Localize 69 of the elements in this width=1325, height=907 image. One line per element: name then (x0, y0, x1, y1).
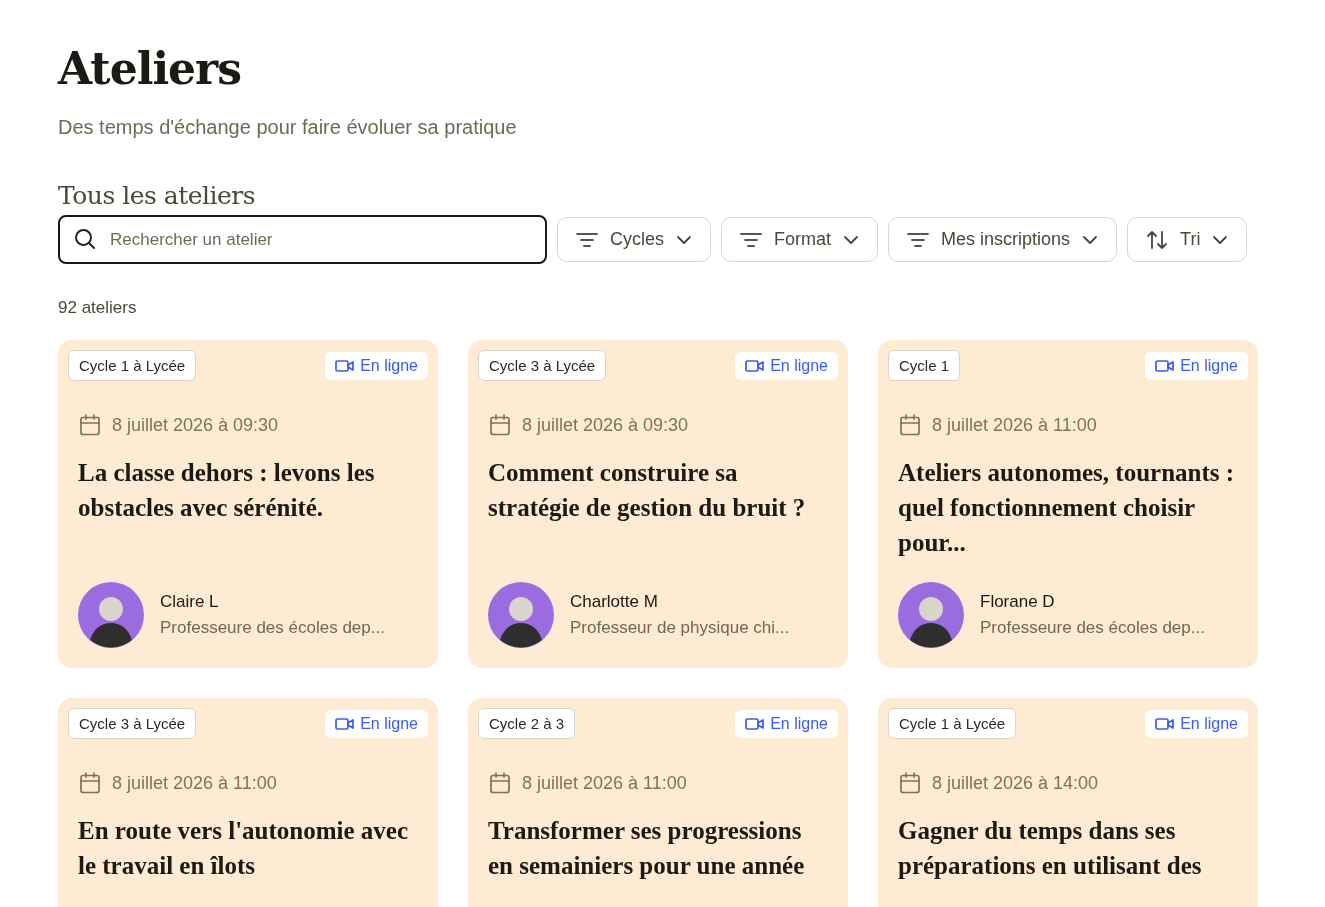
filter-dropdown[interactable]: Tri (1127, 217, 1248, 262)
workshop-card[interactable]: Cycle 3 à Lycée En ligne 8 juillet 2026 à 09:30 Comment construire sa stratégie de gestion du bruit ? Charlotte M Professeur de physique chi... (468, 340, 848, 668)
level-tag: Cycle 1 à Lycée (68, 350, 197, 381)
video-camera-icon (1155, 358, 1176, 373)
filter-icon (907, 231, 930, 248)
workshop-title: Gagner du temps dans ses préparations en utilisant des (898, 816, 1203, 881)
search-icon (74, 228, 96, 250)
calendar-icon (488, 413, 512, 437)
workshop-card[interactable]: Cycle 1 à Lycée En ligne 8 juillet 2026 à 09:30 La classe dehors : levons les obstacles avec sérénité. Claire L Professeure des écoles dep... (58, 340, 438, 668)
sort-icon (1146, 229, 1169, 250)
author-role: Professeure des écoles dep... (980, 618, 1205, 638)
filter-icon (576, 231, 598, 248)
date-text: 8 juillet 2026 à 11:00 (112, 772, 277, 794)
calendar-icon (78, 771, 102, 795)
workshop-card[interactable]: Cycle 1 à Lycée En ligne 8 juillet 2026 à 14:00 Gagner du temps dans ses préparations en utilisant des (878, 698, 1258, 907)
workshop-title: La classe dehors : levons les obstacles avec sérénité. (78, 458, 376, 523)
video-camera-icon (335, 358, 356, 373)
section-title: Tous les ateliers (58, 181, 257, 211)
workshop-card[interactable]: Cycle 1 En ligne 8 juillet 2026 à 11:00 Ateliers autonomes, tournants : quel fonctionnement choisir pour... Florane D Professeure des écoles dep... (878, 340, 1258, 668)
format-label: En ligne (360, 714, 418, 733)
date-text: 8 juillet 2026 à 14:00 (932, 772, 1099, 794)
video-camera-icon (745, 358, 766, 373)
filter-dropdown[interactable]: Format (721, 217, 879, 262)
author-role: Professeur de physique chi... (570, 618, 790, 638)
format-label: En ligne (360, 356, 418, 375)
result-count: 92 ateliers (58, 298, 138, 318)
date-text: 8 juillet 2026 à 09:30 (112, 414, 279, 436)
author-role: Professeure des écoles dep... (160, 618, 385, 638)
calendar-icon (78, 413, 102, 437)
calendar-icon (898, 771, 922, 795)
page-title: Ateliers (58, 42, 243, 96)
date-text: 8 juillet 2026 à 09:30 (522, 414, 689, 436)
workshop-title: Comment construire sa stratégie de gestion du bruit ? (488, 458, 807, 523)
avatar-icon (488, 582, 554, 648)
author-name: Florane D (980, 592, 1056, 612)
chevron-down-icon (1212, 234, 1229, 245)
format-label: En ligne (770, 714, 828, 733)
video-camera-icon (1155, 716, 1176, 731)
date-text: 8 juillet 2026 à 11:00 (522, 772, 687, 794)
workshop-title: En route vers l'autonomie avec le travail en îlots (78, 816, 410, 881)
date-text: 8 juillet 2026 à 11:00 (932, 414, 1097, 436)
avatar-icon (78, 582, 144, 648)
author-name: Claire L (160, 592, 220, 612)
chevron-down-icon (843, 234, 860, 245)
avatar-icon (898, 582, 964, 648)
author-name: Charlotte M (570, 592, 659, 612)
level-tag: Cycle 3 à Lycée (68, 708, 197, 739)
filter-dropdown[interactable]: Cycles (557, 217, 711, 262)
format-label: En ligne (1180, 714, 1238, 733)
calendar-icon (488, 771, 512, 795)
format-label: En ligne (770, 356, 828, 375)
level-tag: Cycle 1 (888, 350, 961, 381)
workshop-card[interactable]: Cycle 2 à 3 En ligne 8 juillet 2026 à 11:00 Transformer ses progressions en semainiers pour une année (468, 698, 848, 907)
chevron-down-icon (1082, 234, 1099, 245)
chevron-down-icon (676, 234, 692, 245)
level-tag: Cycle 1 à Lycée (888, 708, 1017, 739)
page-subtitle: Des temps d'échange pour faire évoluer sa pratique (58, 116, 518, 139)
filter-icon (740, 231, 762, 248)
workshop-title: Transformer ses progressions en semainiers pour une année (488, 816, 806, 881)
search-field[interactable]: Rechercher un atelier (58, 215, 547, 264)
video-camera-icon (335, 716, 356, 731)
format-label: En ligne (1180, 356, 1238, 375)
calendar-icon (898, 413, 922, 437)
filter-dropdown[interactable]: Mes inscriptions (888, 217, 1118, 262)
level-tag: Cycle 3 à Lycée (478, 350, 607, 381)
workshop-card[interactable]: Cycle 3 à Lycée En ligne 8 juillet 2026 à 11:00 En route vers l'autonomie avec le travail en îlots (58, 698, 438, 907)
level-tag: Cycle 2 à 3 (478, 708, 576, 739)
video-camera-icon (745, 716, 766, 731)
workshop-title: Ateliers autonomes, tournants : quel fonctionnement choisir pour... (898, 458, 1236, 558)
